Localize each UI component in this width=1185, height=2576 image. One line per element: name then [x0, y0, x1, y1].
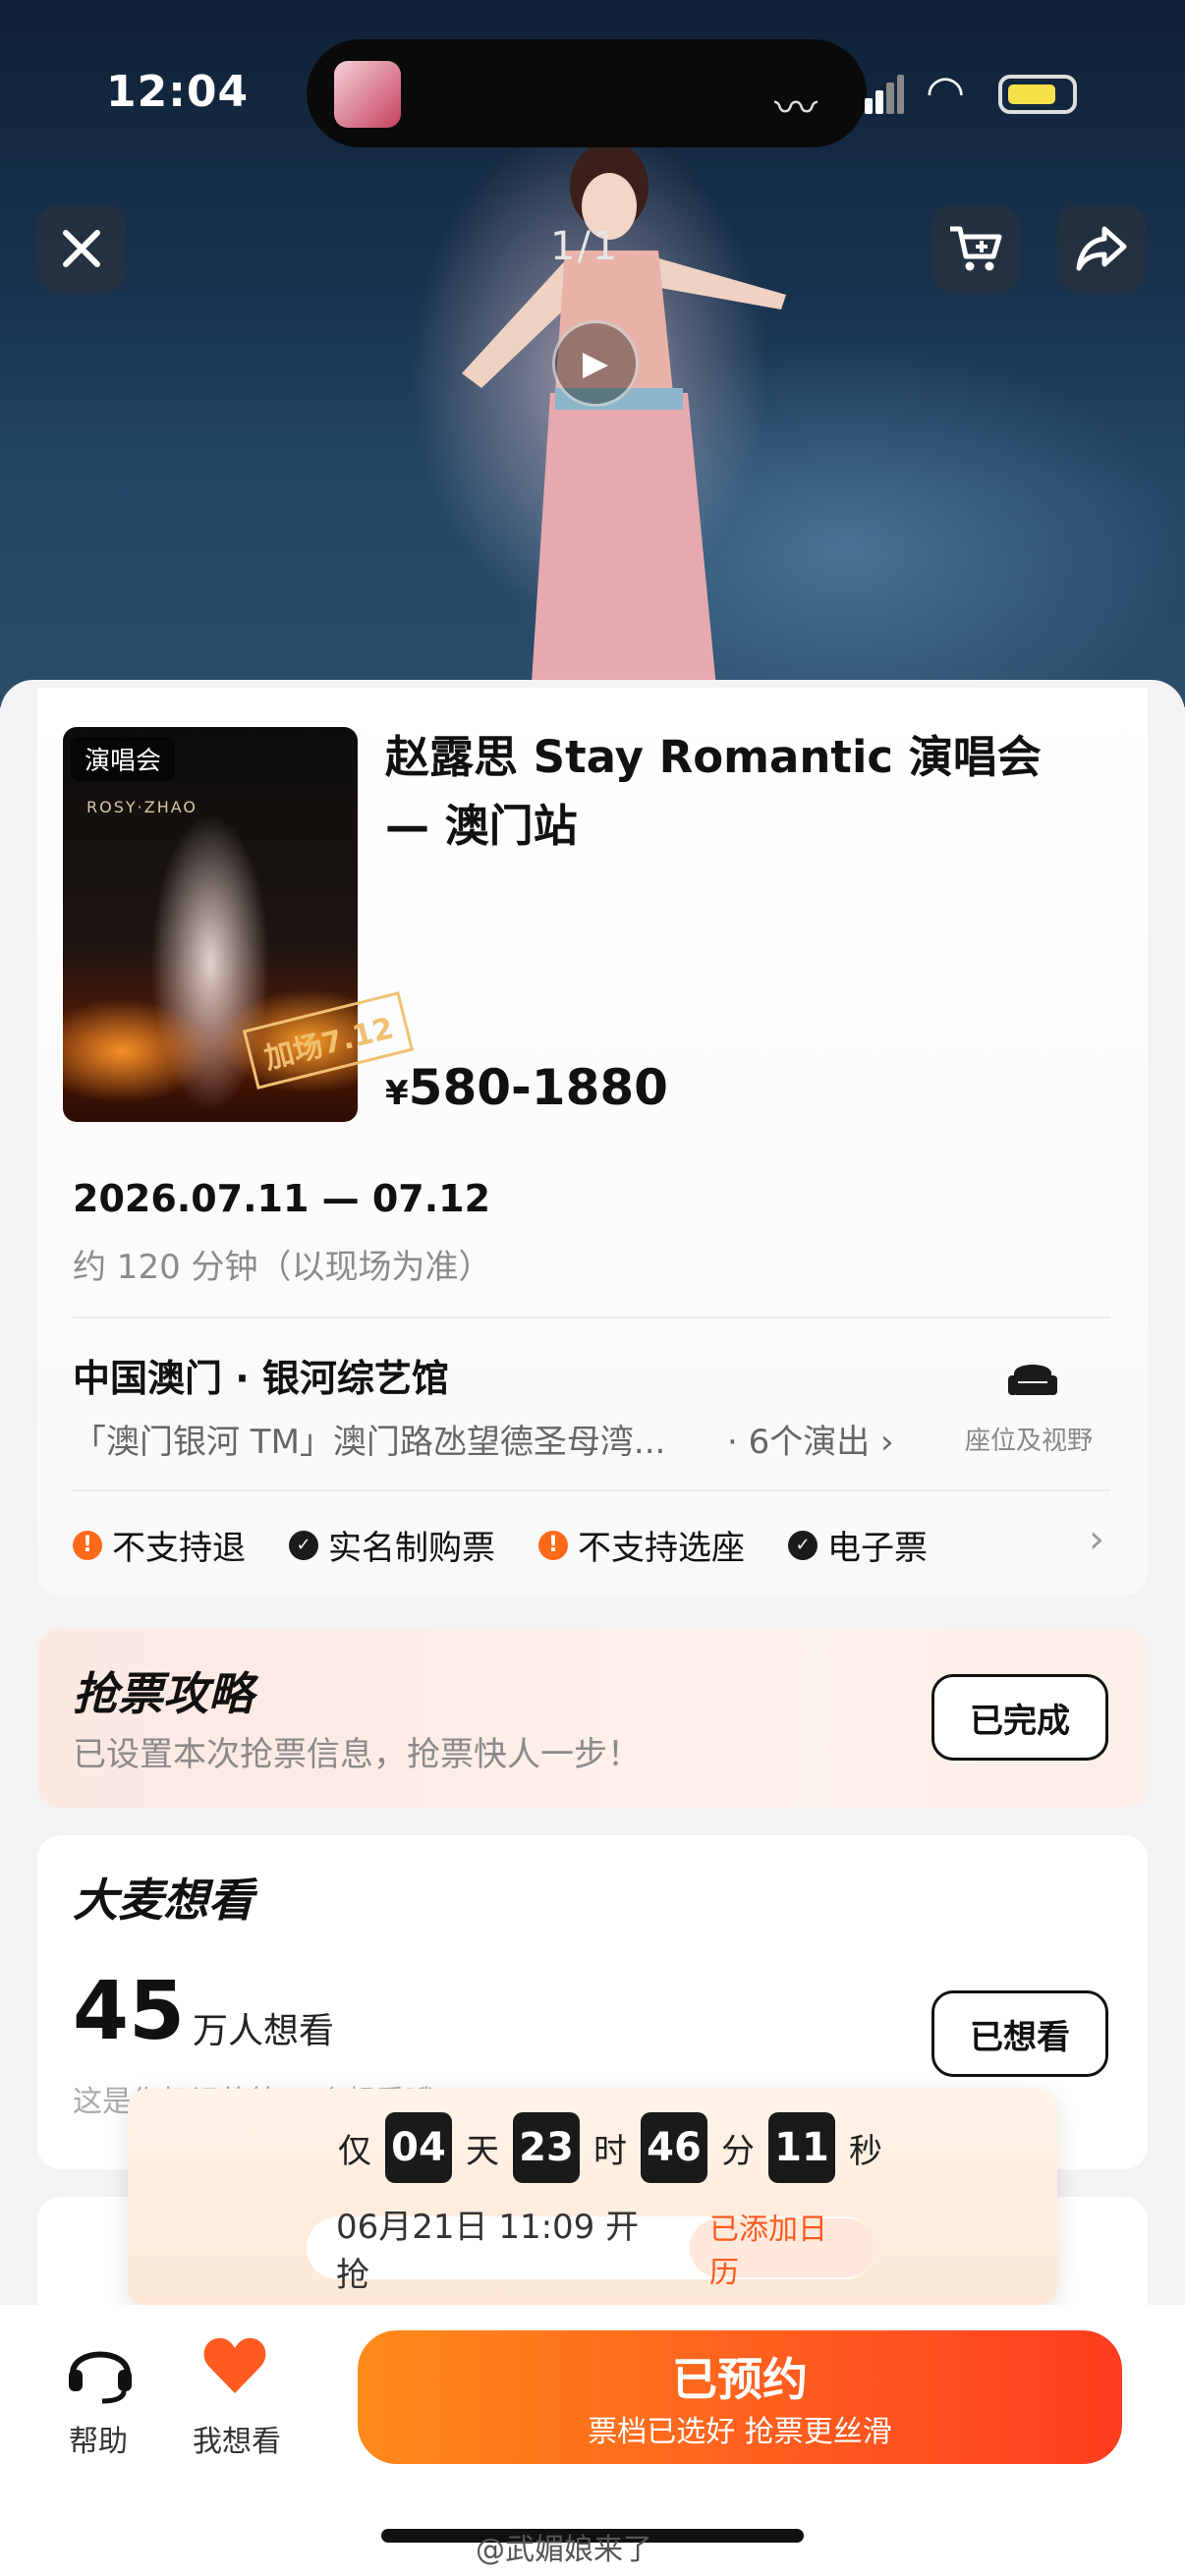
- now-playing-thumbnail[interactable]: [334, 61, 401, 128]
- sale-open-time: 06月21日 11:09 开抢: [336, 2208, 640, 2295]
- play-icon: ▶: [582, 344, 609, 383]
- cart-button[interactable]: [931, 204, 1020, 293]
- venue-name[interactable]: 中国澳门 · 银河综艺馆: [73, 1348, 449, 1402]
- show-count-link[interactable]: · 6个演出 ›: [727, 1415, 894, 1463]
- status-time: 12:04: [106, 67, 250, 117]
- reserved-button[interactable]: 已预约 票档已选好 抢票更丝滑: [358, 2330, 1122, 2464]
- price-value: 580-1880: [408, 1059, 668, 1116]
- countdown-hours: 23: [513, 2112, 580, 2183]
- reserved-button-label: 已预约: [672, 2353, 808, 2406]
- price-symbol: ¥: [385, 1074, 409, 1113]
- poster-brand-text: ROSY·ZHAO: [86, 798, 198, 816]
- want-unit: 万人想看: [193, 2011, 335, 2051]
- countdown-timer: 仅 04 天 23 时 46 分 11 秒: [338, 2112, 882, 2183]
- event-title: 赵露思 Stay Romantic 演唱会 — 澳门站: [385, 731, 1042, 852]
- share-icon: [1076, 226, 1127, 271]
- countdown-days-label: 天: [466, 2131, 499, 2171]
- watermark: @武媚娘来了: [476, 2533, 652, 2567]
- poster-category-tag: 演唱会: [71, 737, 176, 781]
- seat-icon[interactable]: [1006, 1356, 1059, 1401]
- sale-time-pill: 06月21日 11:09 开抢 已添加日历: [307, 2208, 876, 2295]
- strategy-done-button[interactable]: 已完成: [931, 1674, 1108, 1761]
- divider: [73, 1316, 1110, 1318]
- check-icon: ✓: [788, 1530, 818, 1560]
- share-button[interactable]: [1057, 204, 1146, 293]
- notice-no-refund[interactable]: ! 不支持退: [73, 1521, 246, 1569]
- event-date: 2026.07.11 — 07.12: [73, 1177, 491, 1220]
- notice-no-seat-select[interactable]: ! 不支持选座: [538, 1521, 745, 1569]
- warning-icon: !: [538, 1530, 568, 1560]
- wifi-icon: ◠: [926, 65, 966, 118]
- media-counter: 1/1: [550, 224, 620, 269]
- reserved-button-subtitle: 票档已选好 抢票更丝滑: [588, 2415, 892, 2449]
- countdown-minutes-label: 分: [721, 2131, 755, 2171]
- notice-e-ticket[interactable]: ✓ 电子票: [788, 1521, 928, 1569]
- play-button[interactable]: ▶: [552, 320, 639, 407]
- countdown-prefix: 仅: [338, 2131, 371, 2171]
- strategy-subtitle: 已设置本次抢票信息，抢票快人一步！: [73, 1735, 641, 1774]
- divider: [73, 1489, 1110, 1491]
- audio-waveform-icon: 〰: [774, 84, 818, 134]
- signal-icon: [865, 75, 904, 114]
- notice-real-name[interactable]: ✓ 实名制购票: [289, 1521, 495, 1569]
- help-label[interactable]: 帮助: [69, 2417, 128, 2460]
- heart-icon[interactable]: [200, 2334, 269, 2397]
- want-title: 大麦想看: [73, 1874, 254, 1927]
- countdown-hours-label: 时: [593, 2131, 627, 2171]
- price-range: ¥580-1880: [385, 1059, 668, 1116]
- battery-icon: [998, 75, 1077, 114]
- event-duration: 约 120 分钟（以现场为准）: [73, 1248, 492, 1287]
- countdown-days: 04: [385, 2112, 452, 2183]
- wanted-button[interactable]: 已想看: [931, 1990, 1108, 2077]
- check-icon: ✓: [289, 1530, 318, 1560]
- calendar-added-tag[interactable]: 已添加日历: [690, 2212, 876, 2290]
- chevron-right-icon[interactable]: ›: [1089, 1517, 1104, 1562]
- want-count: 45: [73, 1965, 186, 2058]
- want-label[interactable]: 我想看: [193, 2417, 281, 2460]
- cart-icon: [950, 226, 1002, 271]
- close-icon: [63, 230, 100, 267]
- venue-address[interactable]: 「澳门银河 TM」澳门路氹望德圣母湾...: [73, 1415, 665, 1463]
- strategy-title: 抢票攻略: [73, 1667, 254, 1720]
- countdown-minutes: 46: [641, 2112, 707, 2183]
- headset-icon[interactable]: [63, 2336, 138, 2405]
- close-button[interactable]: [37, 204, 126, 293]
- countdown-seconds-label: 秒: [849, 2131, 882, 2171]
- seat-view-label[interactable]: 座位及视野: [965, 1421, 1093, 1457]
- warning-icon: !: [73, 1530, 102, 1560]
- performer-image: [462, 147, 786, 698]
- countdown-seconds: 11: [768, 2112, 835, 2183]
